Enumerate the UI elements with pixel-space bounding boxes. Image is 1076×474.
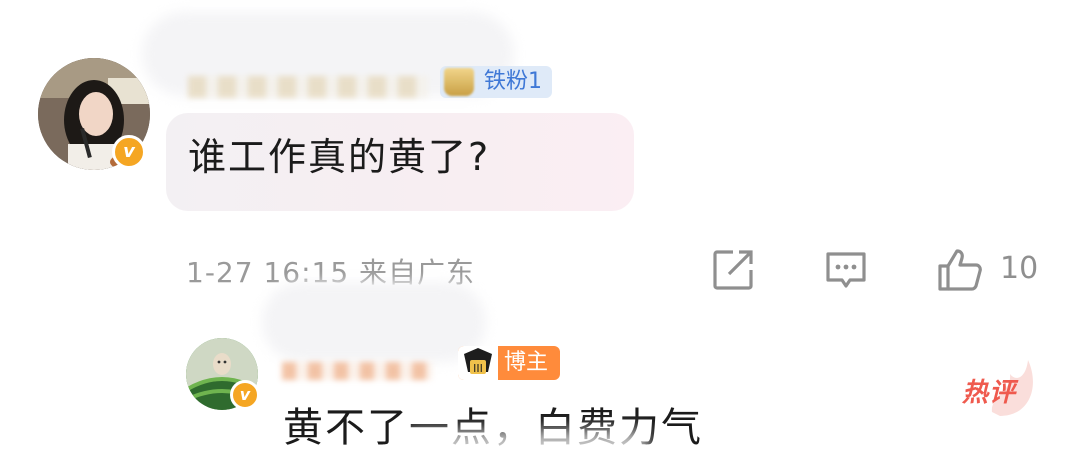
hot-comment-tag: 热评 bbox=[950, 356, 1040, 418]
redacted-reply-blur bbox=[408, 430, 648, 474]
blogger-badge: III 博主 bbox=[458, 346, 561, 380]
fan-badge-label: 铁粉1 bbox=[484, 69, 542, 94]
redacted-reply-username-blur bbox=[262, 282, 486, 362]
like-icon bbox=[938, 249, 982, 291]
verified-badge-icon: v bbox=[230, 380, 260, 410]
hot-comment-label: 热评 bbox=[962, 378, 1017, 408]
comment-button[interactable] bbox=[824, 248, 868, 292]
fan-crown-icon bbox=[444, 68, 474, 96]
like-button[interactable] bbox=[936, 248, 984, 292]
reply-username-partial bbox=[282, 362, 432, 380]
blogger-badge-label: 博主 bbox=[504, 350, 549, 375]
verified-badge-icon: v bbox=[112, 135, 146, 169]
share-icon bbox=[713, 250, 753, 290]
fan-level-badge: 铁粉1 bbox=[440, 66, 552, 98]
share-button[interactable] bbox=[711, 248, 755, 292]
svg-text:III: III bbox=[473, 362, 483, 375]
comment-text[interactable]: 谁工作真的黄了? bbox=[188, 132, 490, 182]
blogger-level-icon: III bbox=[458, 346, 498, 380]
like-count: 10 bbox=[1000, 251, 1039, 286]
comment-icon bbox=[826, 252, 866, 288]
username-partial bbox=[188, 76, 428, 98]
